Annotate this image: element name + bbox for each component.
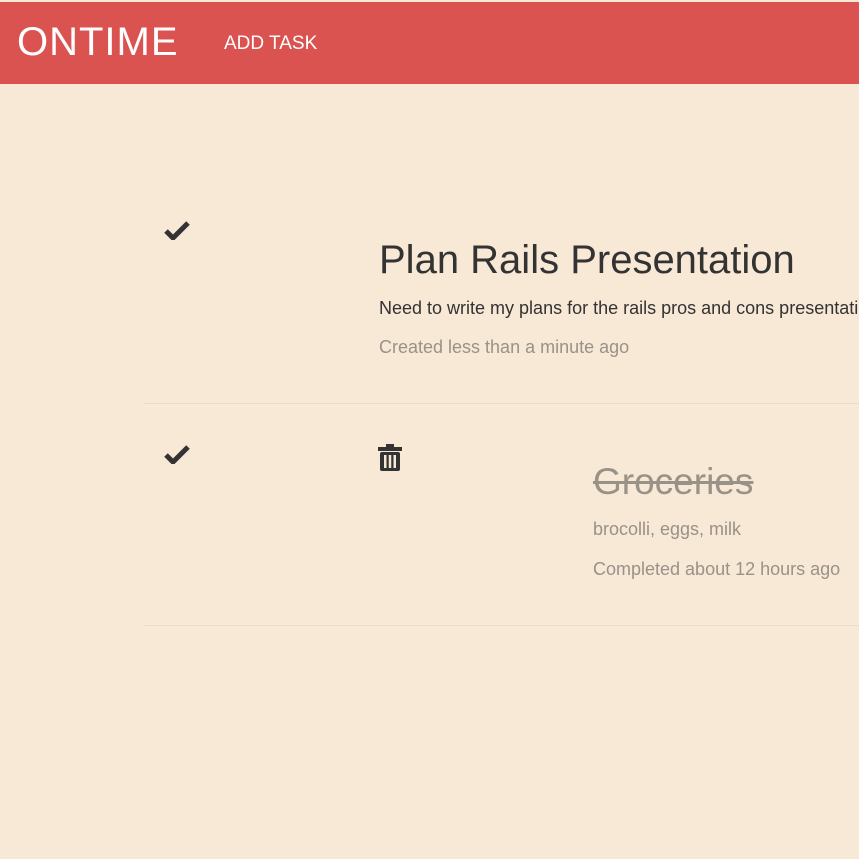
task-description: Need to write my plans for the rails pro… [379, 298, 859, 318]
check-icon[interactable] [164, 220, 190, 240]
task-item: Groceries brocolli, eggs, milk Completed… [144, 404, 859, 626]
task-item: Plan Rails Presentation Need to write my… [144, 168, 859, 404]
brand-logo[interactable]: ONTIME [17, 18, 179, 66]
check-icon[interactable] [164, 444, 190, 464]
navbar: ONTIME ADD TASK [0, 2, 859, 84]
task-description: brocolli, eggs, milk [593, 519, 742, 539]
task-timestamp: Completed about 12 hours ago [593, 559, 841, 579]
task-title: Plan Rails Presentation [379, 238, 795, 282]
task-timestamp: Created less than a minute ago [379, 337, 630, 357]
add-task-link[interactable]: ADD TASK [224, 32, 317, 56]
task-list: Plan Rails Presentation Need to write my… [0, 84, 859, 859]
trash-icon[interactable] [378, 444, 402, 471]
task-title: Groceries [593, 461, 754, 502]
